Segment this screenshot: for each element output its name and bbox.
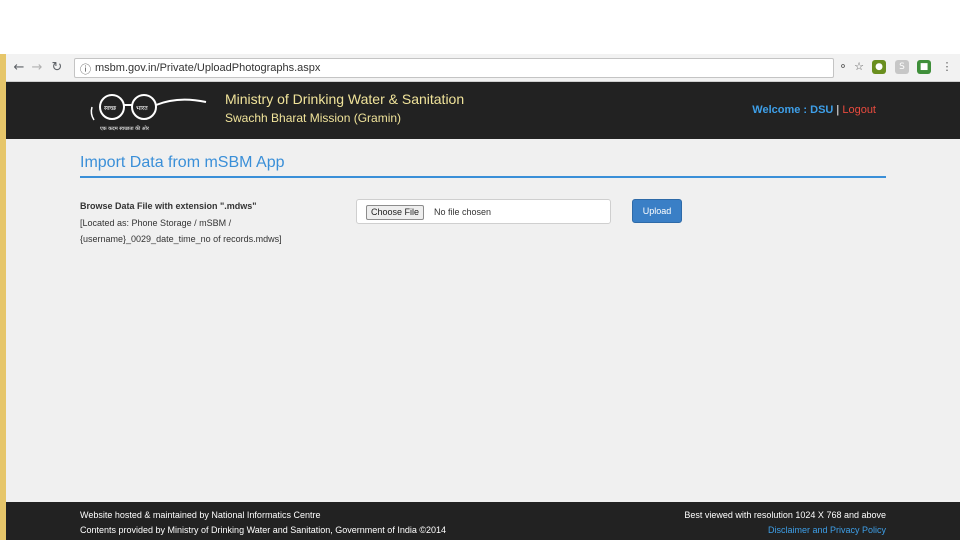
title-divider bbox=[80, 176, 886, 178]
back-arrow-icon[interactable]: ← bbox=[10, 59, 28, 77]
file-location-hint: [Located as: Phone Storage / mSBM / bbox=[80, 218, 232, 228]
extension-green-icon[interactable]: ■ bbox=[917, 60, 931, 74]
footer-contents-text: Contents provided by Ministry of Drinkin… bbox=[80, 525, 446, 535]
extension-icon[interactable]: ● bbox=[872, 60, 886, 74]
logout-link[interactable]: Logout bbox=[842, 104, 876, 116]
logo-word-left: स्वच्छ bbox=[104, 105, 117, 112]
swachh-bharat-logo-icon: स्वच्छ भारत एक कदम स्वच्छता की ओर bbox=[90, 94, 207, 132]
welcome-text: Welcome : DSU bbox=[752, 104, 834, 116]
browser-toolbar: ← → ↻ ⓘ msbm.gov.in/Private/UploadPhotog… bbox=[6, 54, 960, 82]
site-header: स्वच्छ भारत एक कदम स्वच्छता की ओर Minist… bbox=[6, 82, 960, 139]
browse-label: Browse Data File with extension ".mdws" bbox=[80, 201, 257, 211]
file-input[interactable]: Choose File No file chosen bbox=[356, 199, 611, 224]
ministry-title: Ministry of Drinking Water & Sanitation bbox=[225, 91, 465, 107]
file-name-hint: {username}_0029_date_time_no of records.… bbox=[80, 234, 282, 244]
skype-icon[interactable]: S bbox=[895, 60, 909, 74]
main-content: Import Data from mSBM App Browse Data Fi… bbox=[6, 139, 960, 502]
reload-icon[interactable]: ↻ bbox=[48, 59, 66, 77]
forward-arrow-icon[interactable]: → bbox=[28, 59, 46, 77]
choose-file-button[interactable]: Choose File bbox=[366, 205, 425, 220]
upload-button[interactable]: Upload bbox=[632, 199, 682, 223]
logo-word-right: भारत bbox=[136, 105, 148, 112]
star-icon[interactable]: ☆ bbox=[852, 60, 866, 74]
address-url[interactable]: msbm.gov.in/Private/UploadPhotographs.as… bbox=[95, 62, 320, 74]
mission-subtitle: Swachh Bharat Mission (Gramin) bbox=[225, 111, 402, 125]
screen: ← → ↻ ⓘ msbm.gov.in/Private/UploadPhotog… bbox=[0, 0, 960, 540]
footer-resolution-text: Best viewed with resolution 1024 X 768 a… bbox=[684, 510, 886, 520]
page-title: Import Data from mSBM App bbox=[80, 154, 285, 171]
info-icon[interactable]: ⓘ bbox=[80, 61, 91, 77]
key-icon[interactable]: ⚬ bbox=[836, 60, 850, 74]
footer-hosted-text: Website hosted & maintained by National … bbox=[80, 510, 321, 520]
kebab-menu-icon[interactable]: ⋮ bbox=[940, 60, 954, 74]
no-file-chosen-text: No file chosen bbox=[434, 207, 492, 217]
site-footer: Website hosted & maintained by National … bbox=[6, 502, 960, 540]
disclaimer-link[interactable]: Disclaimer and Privacy Policy bbox=[768, 525, 886, 535]
address-bar[interactable]: ⓘ msbm.gov.in/Private/UploadPhotographs.… bbox=[74, 58, 834, 78]
logo-tagline: एक कदम स्वच्छता की ओर bbox=[100, 125, 150, 132]
welcome-separator: | bbox=[836, 104, 840, 116]
user-welcome: Welcome : DSU | Logout bbox=[752, 104, 876, 116]
